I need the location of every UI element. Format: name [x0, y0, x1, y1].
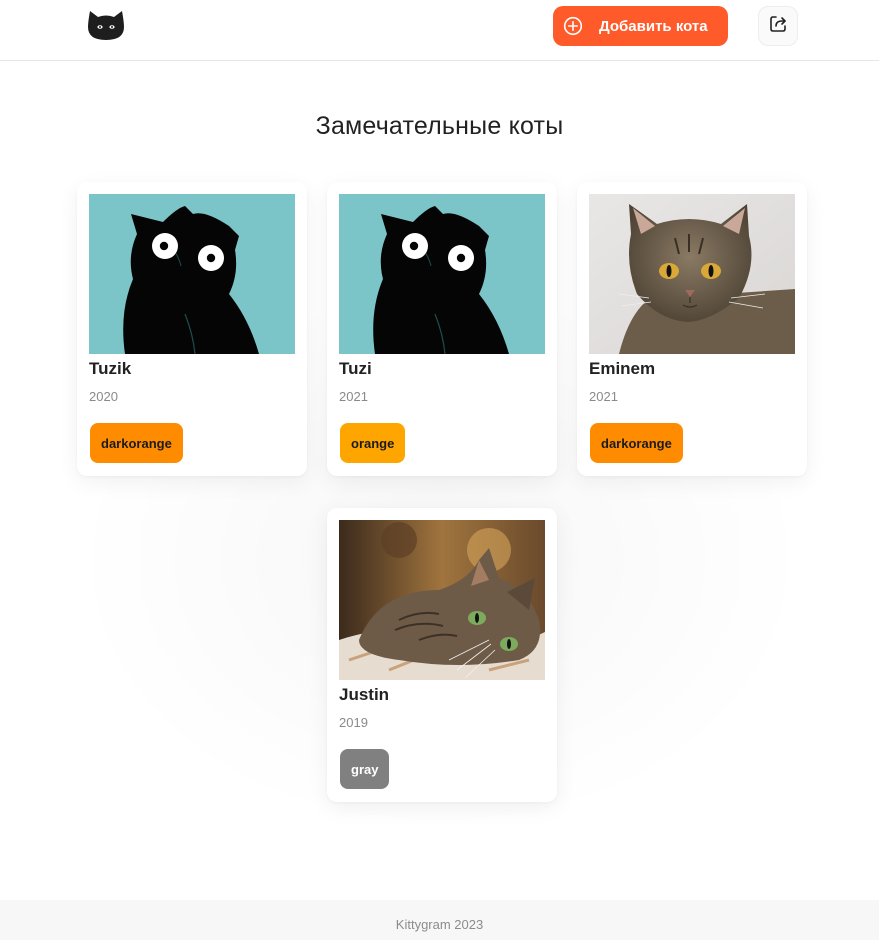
plus-circle-icon [563, 16, 583, 36]
cat-year: 2020 [89, 389, 118, 404]
cat-logo-icon[interactable] [87, 10, 125, 41]
add-cat-button-label: Добавить кота [599, 17, 708, 35]
cat-card[interactable]: Eminem 2021 darkorange [577, 182, 807, 476]
cat-year: 2019 [339, 715, 368, 730]
cat-photo [339, 520, 545, 680]
page-title: Замечательные коты [315, 112, 564, 140]
cat-photo [589, 194, 795, 354]
footer-text: Kittygram 2023 [395, 917, 484, 932]
cat-year: 2021 [589, 389, 618, 404]
cat-color-badge: darkorange [90, 423, 183, 463]
cat-card[interactable]: Justin 2019 gray [327, 508, 557, 802]
cat-name: Eminem [589, 359, 656, 378]
cat-color-badge: darkorange [590, 423, 683, 463]
footer: Kittygram 2023 [0, 900, 879, 940]
cat-photo [89, 194, 295, 354]
cat-color-badge: gray [340, 749, 390, 789]
cat-name: Tuzik [89, 359, 132, 378]
logout-button[interactable] [758, 6, 798, 46]
cat-photo [339, 194, 545, 354]
add-cat-button[interactable]: Добавить кота [553, 6, 728, 46]
cat-year: 2021 [339, 389, 368, 404]
cat-card[interactable]: Tuzi 2021 orange [327, 182, 557, 476]
cat-name: Tuzi [339, 359, 372, 378]
header: Добавить кота [0, 0, 879, 61]
logout-icon [768, 14, 788, 39]
cat-name: Justin [339, 685, 390, 704]
cat-color-badge: orange [340, 423, 406, 463]
cat-card[interactable]: Tuzik 2020 darkorange [77, 182, 307, 476]
